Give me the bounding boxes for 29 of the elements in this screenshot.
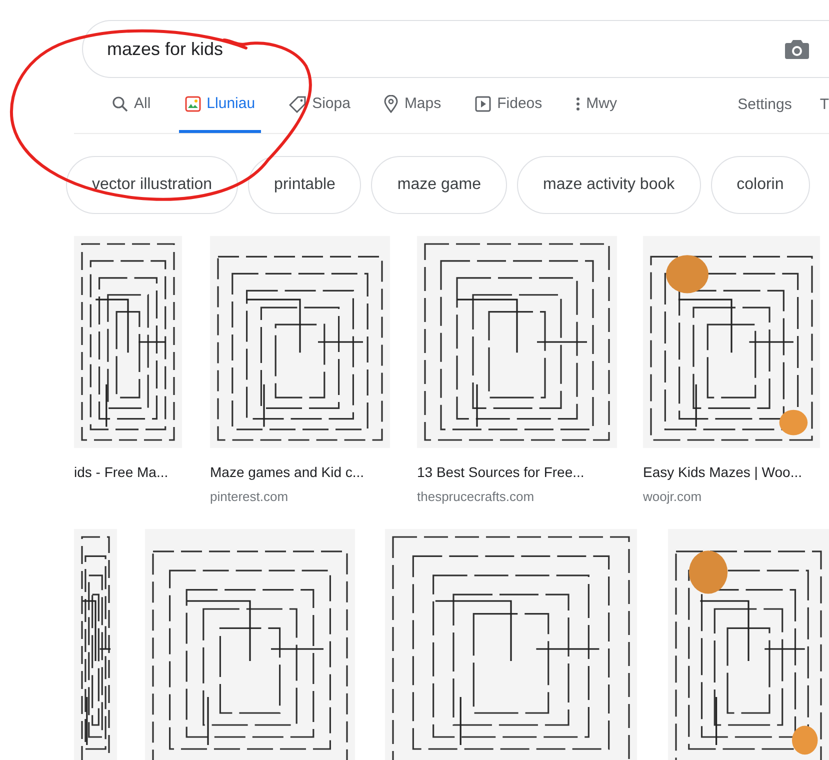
map-pin-icon: [384, 95, 398, 113]
tab[interactable]: Lluniau: [178, 78, 262, 133]
result-title[interactable]: ids - Free Ma...: [74, 462, 182, 483]
search-icon: [112, 96, 128, 112]
tools-link[interactable]: Settings: [738, 94, 792, 117]
search-field[interactable]: mazes for kids: [107, 36, 785, 62]
suggestion-chip[interactable]: maze activity book: [517, 156, 701, 214]
suggestion-chip[interactable]: vector illustration: [66, 156, 238, 214]
suggestion-chip[interactable]: printable: [248, 156, 362, 214]
camera-icon[interactable]: [785, 39, 809, 59]
tools-link[interactable]: T: [820, 94, 829, 117]
result-title[interactable]: Maze games and Kid c...: [210, 462, 390, 483]
more-icon: [576, 97, 580, 111]
result-source: thesprucecrafts.com: [417, 488, 536, 506]
tag-icon: [289, 96, 306, 112]
suggestion-chip[interactable]: colorin: [710, 156, 810, 214]
play-icon: [475, 96, 492, 112]
tab[interactable]: Mwy: [570, 78, 623, 133]
tab[interactable]: Fideos: [469, 78, 548, 133]
image-icon: [184, 96, 201, 112]
result-source: pinterest.com: [210, 488, 290, 506]
search-bar[interactable]: mazes for kids: [82, 20, 829, 78]
tab[interactable]: Maps: [378, 78, 448, 133]
result-title[interactable]: Easy Kids Mazes | Woo...: [643, 462, 820, 483]
result-source: woojr.com: [643, 488, 703, 506]
tab[interactable]: Siopa: [283, 78, 356, 133]
suggestion-chip[interactable]: maze game: [371, 156, 508, 214]
tab[interactable]: All: [106, 78, 157, 133]
result-title[interactable]: 13 Best Sources for Free...: [417, 462, 617, 483]
